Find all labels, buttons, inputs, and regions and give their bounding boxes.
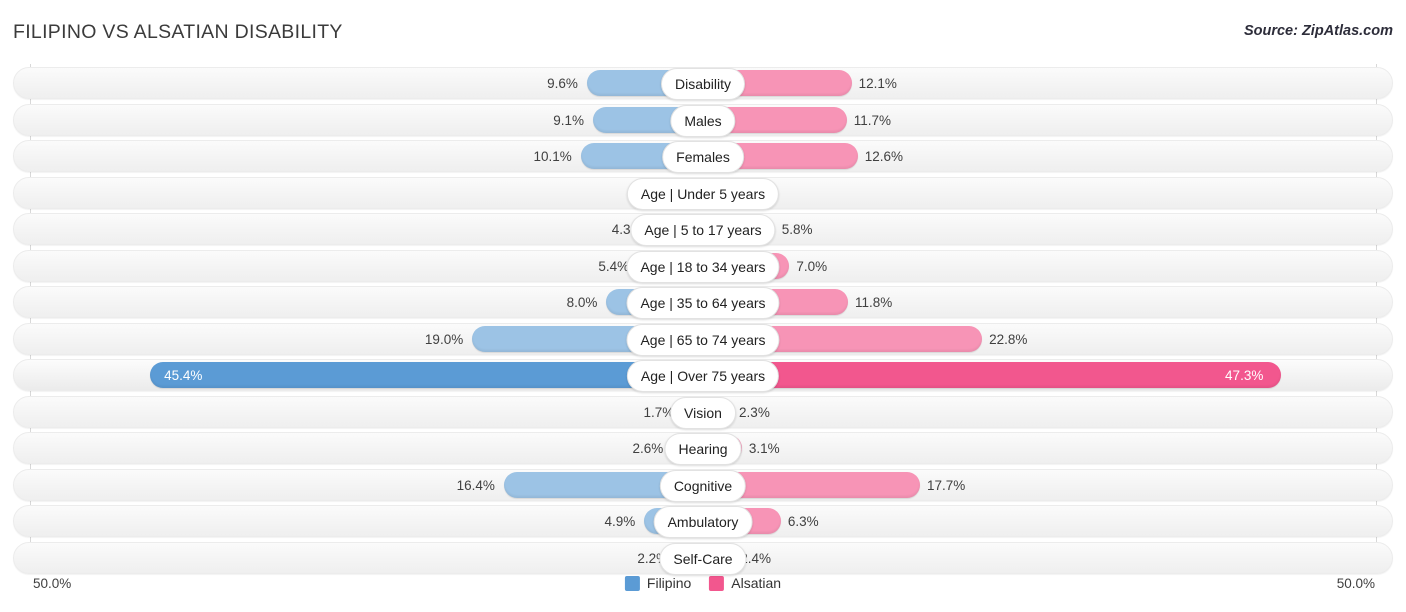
value-label-filipino: 19.0% xyxy=(425,324,463,356)
axis-tick-left: 50.0% xyxy=(33,576,71,591)
row-category-label: Disability xyxy=(661,68,745,100)
value-label-alsatian: 2.3% xyxy=(739,397,770,429)
legend-label: Alsatian xyxy=(731,575,781,591)
legend-swatch-icon xyxy=(625,576,640,591)
chart-header: FILIPINO VS ALSATIAN DISABILITY Source: … xyxy=(0,0,1406,58)
chart-legend: Filipino Alsatian xyxy=(625,575,781,591)
chart-footer: 50.0% 50.0% Filipino Alsatian xyxy=(13,572,1393,604)
value-label-alsatian: 3.1% xyxy=(749,433,780,465)
row-category-label: Ambulatory xyxy=(654,506,753,538)
row-category-label: Males xyxy=(670,105,735,137)
legend-item[interactable]: Alsatian xyxy=(709,575,781,591)
table-row[interactable]: 9.1% 11.7% Males xyxy=(13,104,1393,136)
value-label-filipino: 9.1% xyxy=(553,105,584,137)
value-label-alsatian: 12.6% xyxy=(865,141,903,173)
value-label-filipino: 16.4% xyxy=(457,470,495,502)
table-row[interactable]: 8.0% 11.8% Age | 35 to 64 years xyxy=(13,286,1393,318)
source-attribution: Source: ZipAtlas.com xyxy=(1244,23,1393,39)
table-row[interactable]: 45.4% 47.3% Age | Over 75 years xyxy=(13,359,1393,391)
table-row[interactable]: 2.2%2.4%Self-Care xyxy=(13,542,1393,574)
table-row[interactable]: 10.1% 12.6% Females xyxy=(13,140,1393,172)
legend-item[interactable]: Filipino xyxy=(625,575,691,591)
row-category-label: Females xyxy=(662,141,744,173)
chart-page: FILIPINO VS ALSATIAN DISABILITY Source: … xyxy=(0,0,1406,612)
row-category-label: Age | 65 to 74 years xyxy=(626,324,779,356)
value-label-alsatian: 47.3% xyxy=(1225,360,1263,392)
value-label-alsatian: 5.8% xyxy=(782,214,813,246)
row-category-label: Vision xyxy=(670,397,736,429)
table-row[interactable]: 19.0% 22.8% Age | 65 to 74 years xyxy=(13,323,1393,355)
row-category-label: Self-Care xyxy=(659,543,746,575)
row-category-label: Age | Under 5 years xyxy=(627,178,779,210)
row-category-label: Age | 35 to 64 years xyxy=(626,287,779,319)
table-row[interactable]: 2.6% 3.1% Hearing xyxy=(13,432,1393,464)
bar-alsatian xyxy=(704,362,1281,388)
legend-label: Filipino xyxy=(647,575,691,591)
value-label-filipino: 10.1% xyxy=(534,141,572,173)
table-row[interactable]: 4.3%5.8%Age | 5 to 17 years xyxy=(13,213,1393,245)
table-row[interactable]: 1.7%2.3%Vision xyxy=(13,396,1393,428)
value-label-filipino: 8.0% xyxy=(567,287,598,319)
table-row[interactable]: 5.4% 7.0% Age | 18 to 34 years xyxy=(13,250,1393,282)
row-category-label: Age | 5 to 17 years xyxy=(630,214,775,246)
value-label-alsatian: 17.7% xyxy=(927,470,965,502)
value-label-filipino: 45.4% xyxy=(164,360,202,392)
table-row[interactable]: 9.6% 12.1% Disability xyxy=(13,67,1393,99)
value-label-filipino: 4.9% xyxy=(604,506,635,538)
table-row[interactable]: 4.9% 6.3% Ambulatory xyxy=(13,505,1393,537)
value-label-alsatian: 22.8% xyxy=(989,324,1027,356)
row-category-label: Age | 18 to 34 years xyxy=(626,251,779,283)
value-label-alsatian: 12.1% xyxy=(859,68,897,100)
page-title: FILIPINO VS ALSATIAN DISABILITY xyxy=(13,21,343,44)
row-category-label: Hearing xyxy=(664,433,741,465)
row-category-label: Cognitive xyxy=(660,470,746,502)
table-row[interactable]: 16.4% 17.7% Cognitive xyxy=(13,469,1393,501)
table-row[interactable]: 1.1%1.2%Age | Under 5 years xyxy=(13,177,1393,209)
value-label-filipino: 5.4% xyxy=(598,251,629,283)
legend-swatch-icon xyxy=(709,576,724,591)
value-label-filipino: 9.6% xyxy=(547,68,578,100)
diverging-bar-chart: 9.6% 12.1% Disability 9.1% 11.7% Males 10.1% 12… xyxy=(13,64,1393,569)
axis-tick-right: 50.0% xyxy=(1337,576,1375,591)
row-category-label: Age | Over 75 years xyxy=(627,360,779,392)
value-label-alsatian: 7.0% xyxy=(796,251,827,283)
bar-filipino xyxy=(150,362,704,388)
value-label-filipino: 2.6% xyxy=(633,433,664,465)
value-label-alsatian: 11.7% xyxy=(854,105,891,137)
value-label-alsatian: 6.3% xyxy=(788,506,819,538)
value-label-alsatian: 11.8% xyxy=(855,287,892,319)
